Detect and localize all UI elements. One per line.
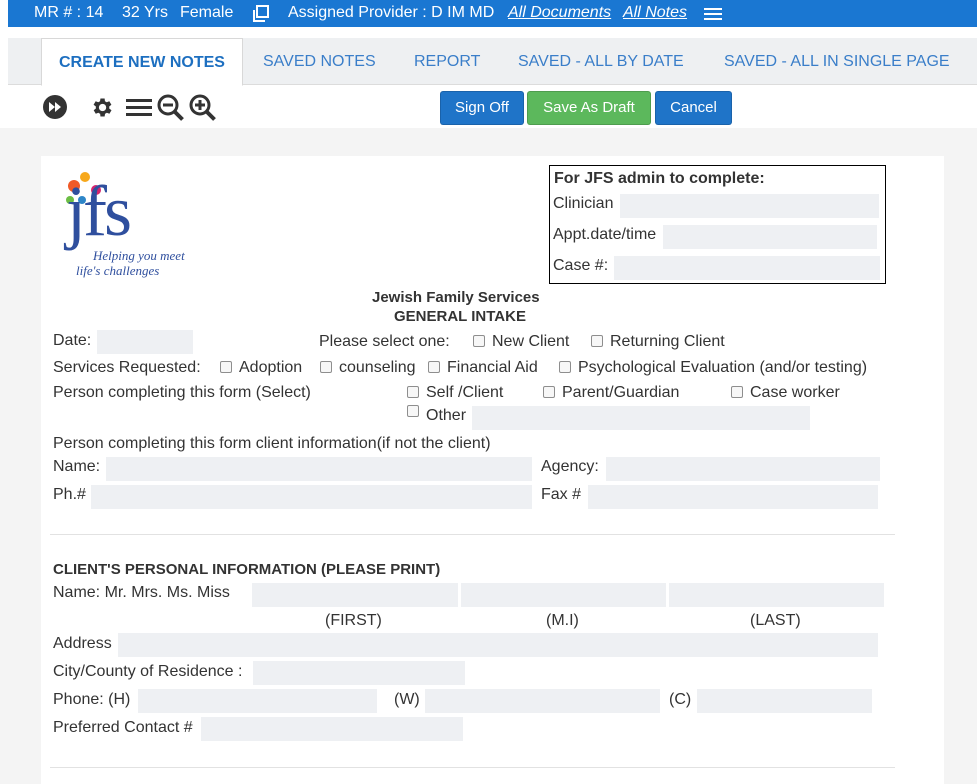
list-icon[interactable] xyxy=(126,97,152,122)
adoption-checkbox[interactable] xyxy=(220,361,232,373)
counseling-checkbox[interactable] xyxy=(320,361,332,373)
case-worker-checkbox[interactable] xyxy=(731,386,743,398)
date-field[interactable] xyxy=(97,330,193,354)
returning-client-label: Returning Client xyxy=(610,333,725,350)
adoption-label: Adoption xyxy=(239,359,303,376)
patient-header-bar: MR # : 14 32 Yrs Female Assigned Provide… xyxy=(8,0,977,27)
middle-initial-field[interactable] xyxy=(461,583,666,607)
case-worker-label: Case worker xyxy=(750,384,840,401)
menu-icon[interactable] xyxy=(704,6,722,27)
parent-guardian-checkbox[interactable] xyxy=(543,386,555,398)
psych-eval-checkbox[interactable] xyxy=(559,361,571,373)
tab-create-new-notes[interactable]: CREATE NEW NOTES xyxy=(41,38,243,86)
home-phone-field[interactable] xyxy=(138,689,377,713)
open-window-icon[interactable] xyxy=(252,5,270,28)
patient-age: 32 Yrs xyxy=(122,4,168,21)
logo-tagline-2: life's challenges xyxy=(76,263,160,278)
tab-report[interactable]: REPORT xyxy=(414,38,480,85)
case-label: Case #: xyxy=(553,257,609,274)
patient-gender: Female xyxy=(180,4,234,21)
new-client-checkbox[interactable] xyxy=(473,335,485,347)
preferred-contact-label: Preferred Contact # xyxy=(53,719,193,736)
all-notes-link[interactable]: All Notes xyxy=(623,4,687,22)
psych-eval-label: Psychological Evaluation (and/or testing… xyxy=(578,359,868,376)
appt-field[interactable] xyxy=(663,225,877,249)
section-divider xyxy=(50,534,895,535)
home-phone-label: Phone: (H) xyxy=(53,691,131,708)
self-client-label: Self /Client xyxy=(426,384,504,401)
logo-text: jfs xyxy=(66,171,132,251)
address-label: Address xyxy=(53,635,112,652)
completer-name-field[interactable] xyxy=(106,457,532,481)
appt-label: Appt.date/time xyxy=(553,226,657,243)
agency-label: Agency: xyxy=(541,458,599,475)
clinician-label: Clinician xyxy=(553,195,614,212)
tab-saved-all-by-date[interactable]: SAVED - ALL BY DATE xyxy=(518,38,684,85)
agency-field[interactable] xyxy=(606,457,880,481)
save-as-draft-button[interactable]: Save As Draft xyxy=(527,91,651,125)
financial-aid-label: Financial Aid xyxy=(447,359,538,376)
form-title: GENERAL INTAKE xyxy=(394,308,526,325)
zoom-out-icon[interactable] xyxy=(156,93,186,128)
case-field[interactable] xyxy=(614,256,880,280)
phone-label: Ph.# xyxy=(53,486,86,503)
gear-icon[interactable] xyxy=(89,95,114,125)
fax-field[interactable] xyxy=(588,485,878,509)
date-label: Date: xyxy=(53,332,92,349)
cancel-button[interactable]: Cancel xyxy=(655,91,732,125)
clinician-field[interactable] xyxy=(620,194,879,218)
services-label: Services Requested: xyxy=(53,359,201,376)
work-phone-field[interactable] xyxy=(425,689,660,713)
city-label: City/County of Residence : xyxy=(53,663,243,680)
address-field[interactable] xyxy=(118,633,878,657)
financial-aid-checkbox[interactable] xyxy=(428,361,440,373)
cell-phone-field[interactable] xyxy=(697,689,872,713)
select-one-label: Please select one: xyxy=(319,333,450,350)
phone-field[interactable] xyxy=(91,485,532,509)
assigned-provider: Assigned Provider : D IM MD xyxy=(288,4,495,21)
self-client-checkbox[interactable] xyxy=(407,386,419,398)
other-checkbox[interactable] xyxy=(407,405,419,417)
logo-tagline-1: Helping you meet xyxy=(93,248,185,263)
tab-saved-all-single-page[interactable]: SAVED - ALL IN SINGLE PAGE xyxy=(724,38,950,85)
all-documents-link[interactable]: All Documents xyxy=(508,4,611,22)
last-name-field[interactable] xyxy=(669,583,884,607)
new-client-label: New Client xyxy=(492,333,570,350)
first-name-field[interactable] xyxy=(252,583,458,607)
sign-off-button[interactable]: Sign Off xyxy=(440,91,524,125)
parent-guardian-label: Parent/Guardian xyxy=(562,384,680,401)
work-phone-label: (W) xyxy=(394,691,420,708)
notes-tabbar: CREATE NEW NOTES SAVED NOTES REPORT SAVE… xyxy=(8,38,977,86)
mi-caption: (M.I) xyxy=(546,612,579,629)
section-divider-2 xyxy=(50,767,895,768)
counseling-label: counseling xyxy=(339,359,416,376)
zoom-in-icon[interactable] xyxy=(188,93,218,128)
fax-label: Fax # xyxy=(541,486,582,503)
other-label: Other xyxy=(426,407,467,424)
returning-client-checkbox[interactable] xyxy=(591,335,603,347)
completing-label: Person completing this form (Select) xyxy=(53,384,311,401)
cell-phone-label: (C) xyxy=(669,691,692,708)
personal-info-header: CLIENT'S PERSONAL INFORMATION (PLEASE PR… xyxy=(53,561,441,578)
other-field[interactable] xyxy=(472,406,810,430)
completing-info-label: Person completing this form client infor… xyxy=(53,435,491,452)
first-caption: (FIRST) xyxy=(325,612,382,629)
admin-box-title: For JFS admin to complete: xyxy=(554,170,765,187)
client-name-label: Name: Mr. Mrs. Ms. Miss xyxy=(53,584,230,601)
completer-name-label: Name: xyxy=(53,458,101,475)
last-caption: (LAST) xyxy=(750,612,801,629)
preferred-contact-field[interactable] xyxy=(201,717,463,741)
mr-number: MR # : 14 xyxy=(34,4,104,21)
org-name: Jewish Family Services xyxy=(372,289,540,306)
tab-saved-notes[interactable]: SAVED NOTES xyxy=(263,38,376,85)
city-field[interactable] xyxy=(253,661,465,685)
fast-forward-icon[interactable] xyxy=(42,94,68,125)
